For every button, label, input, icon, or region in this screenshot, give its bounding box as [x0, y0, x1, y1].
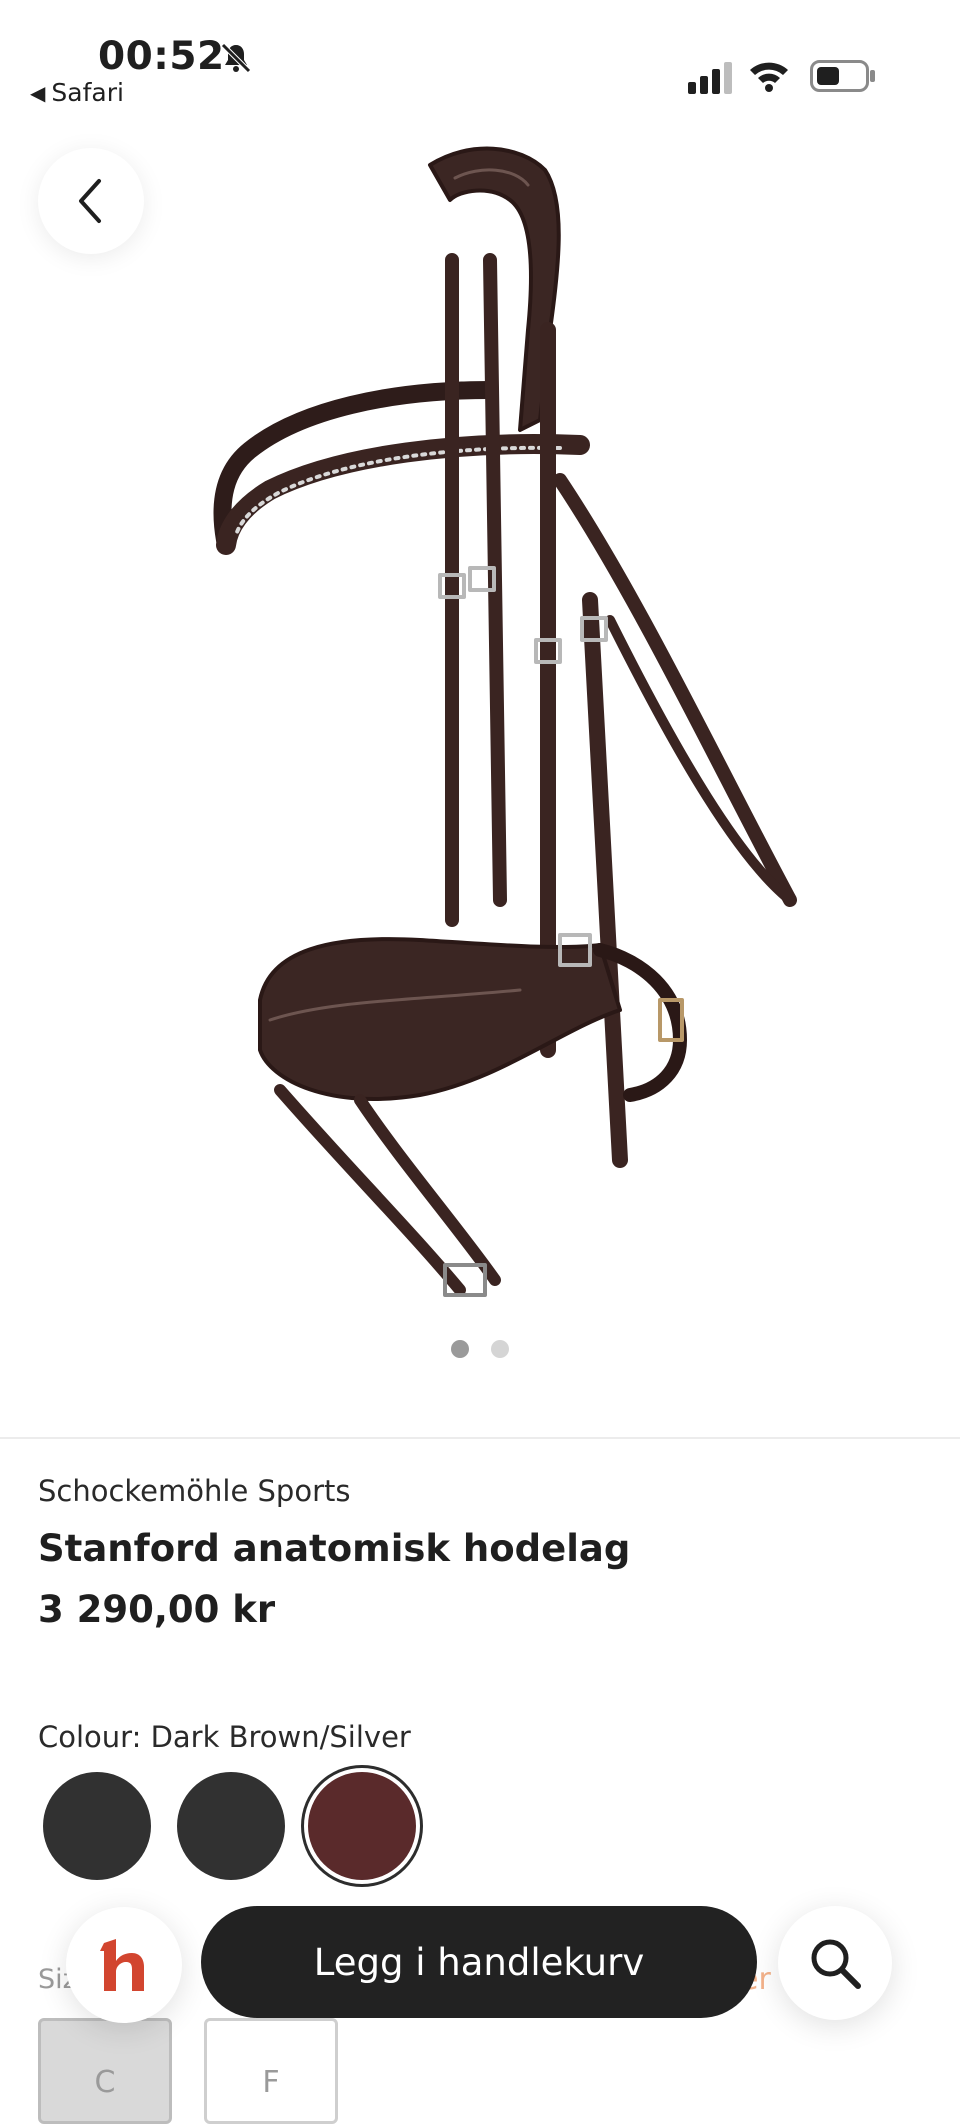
back-app-label: Safari [51, 78, 124, 107]
colour-swatch-3-selected[interactable] [308, 1772, 416, 1880]
back-to-app-link[interactable]: ◀ Safari [30, 78, 124, 107]
signal-icon [688, 62, 732, 94]
home-logo-button[interactable] [66, 1907, 182, 2023]
size-option-f[interactable]: F [204, 2018, 338, 2124]
product-brand[interactable]: Schockemöhle Sports [38, 1474, 350, 1508]
back-button[interactable] [38, 148, 144, 254]
chevron-left-icon [79, 179, 101, 223]
product-image[interactable] [0, 120, 960, 1350]
gallery-pagination [0, 1340, 960, 1358]
gallery-dot-1[interactable] [451, 1340, 469, 1358]
colour-swatch-2[interactable] [177, 1772, 285, 1880]
search-button[interactable] [778, 1906, 892, 2020]
status-bar: 00:52 ◀ Safari [0, 0, 960, 120]
gallery-dot-2[interactable] [491, 1340, 509, 1358]
divider [0, 1437, 960, 1439]
colour-swatch-1[interactable] [43, 1772, 151, 1880]
size-option-label: C [94, 2065, 116, 2100]
bell-slash-icon [221, 43, 251, 73]
add-to-cart-button[interactable]: Legg i handlekurv [201, 1906, 757, 2018]
product-title: Stanford anatomisk hodelag [38, 1527, 631, 1570]
wifi-icon [750, 62, 788, 92]
colour-label: Colour: Dark Brown/Silver [38, 1720, 411, 1754]
status-time: 00:52 [98, 34, 225, 79]
size-option-c[interactable]: C [38, 2018, 172, 2124]
product-price: 3 290,00 kr [38, 1588, 276, 1631]
brand-logo-icon [100, 1939, 144, 1991]
search-icon [811, 1939, 861, 1989]
size-option-label: F [262, 2065, 280, 2100]
back-triangle-icon: ◀ [30, 80, 46, 105]
battery-icon [810, 60, 875, 92]
